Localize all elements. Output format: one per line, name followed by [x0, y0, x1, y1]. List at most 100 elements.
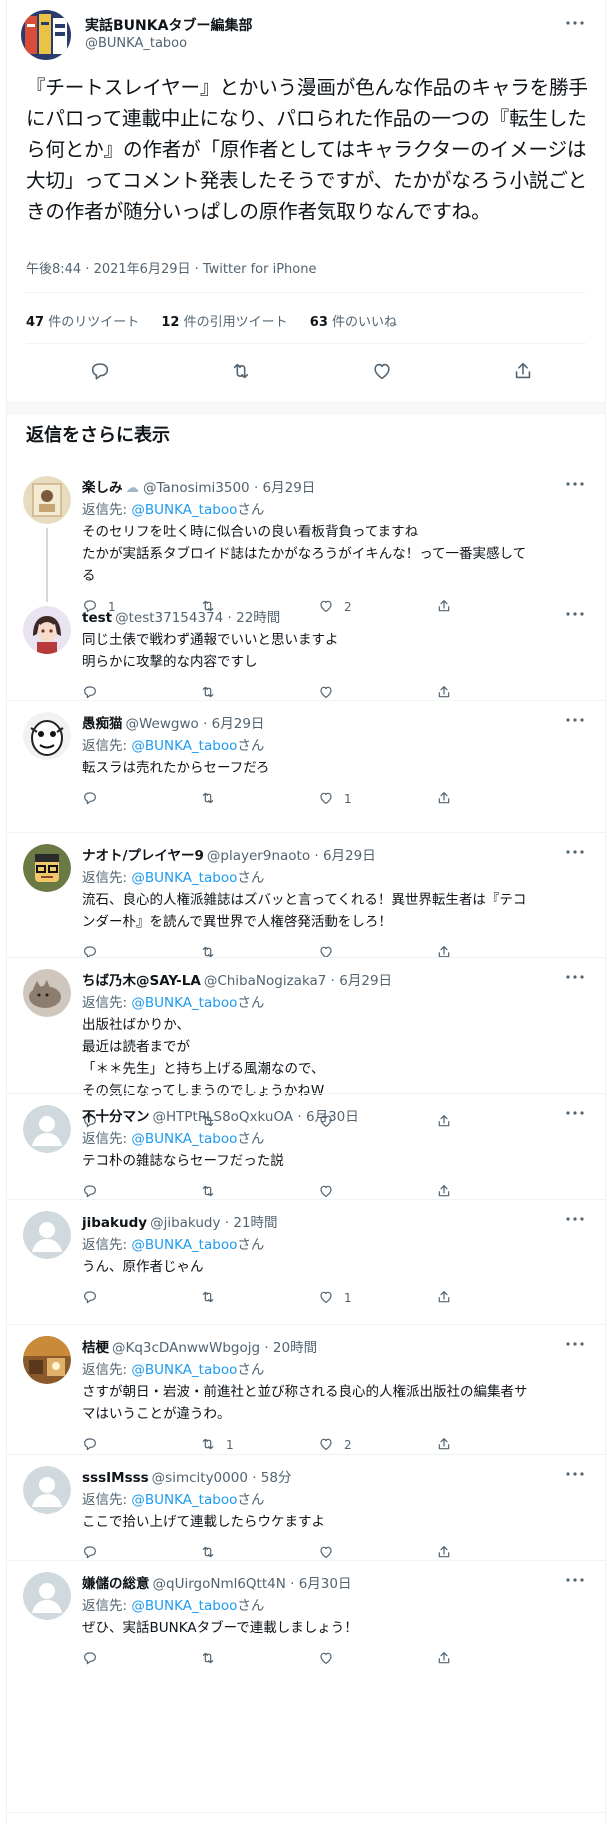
share-button[interactable]	[436, 789, 462, 809]
reply-tweet[interactable]: 愚痴猫 @Wewgwo · 6月29日 返信先: @BUNKA_tabooさん 転スラ…	[7, 712, 605, 844]
retweet-stat[interactable]: 47 件のリツイート	[26, 311, 139, 330]
replying-to-link[interactable]: @BUNKA_taboo	[131, 1492, 237, 1508]
share-button[interactable]	[436, 1288, 462, 1308]
reply-time[interactable]: 20時間	[273, 1340, 317, 1356]
reply-author-handle[interactable]: @ChibaNogizaka7	[204, 973, 327, 989]
main-more-icon[interactable]	[563, 15, 587, 31]
reply-author-name[interactable]: jibakudy	[82, 1215, 147, 1231]
main-avatar[interactable]	[21, 10, 71, 60]
main-author-name[interactable]: 実話BUNKAタブー編集部	[85, 15, 252, 35]
like-icon[interactable]	[369, 358, 395, 384]
reply-author-name[interactable]: ちば乃木@SAY-LA	[82, 973, 201, 989]
reply-more-icon[interactable]	[563, 969, 587, 985]
default-avatar-icon[interactable]	[23, 1211, 71, 1259]
reply-author-name[interactable]: 桔梗	[82, 1340, 109, 1356]
reply-time[interactable]: 6月29日	[323, 848, 376, 864]
glasses-avatar-icon[interactable]	[23, 844, 71, 892]
reply-time[interactable]: 6月29日	[212, 716, 265, 732]
reply-time[interactable]: 22時間	[236, 610, 280, 626]
reply-tweet[interactable]: 嫌儲の総意 @qUirgoNml6Qtt4N · 6月30日 返信先: @BUNKA…	[7, 1572, 605, 1824]
reply-author-name[interactable]: 嫌儲の総意	[82, 1576, 150, 1592]
reply-tweet[interactable]: test @test37154374 · 22時間 同じ土俵で戦わず通報でいいと思い…	[7, 606, 605, 712]
reply-tweet[interactable]: jibakudy @jibakudy · 21時間 返信先: @BUNKA_tabo…	[7, 1211, 605, 1336]
reply-more-icon[interactable]	[563, 1211, 587, 1227]
default-avatar-icon[interactable]	[23, 1466, 71, 1514]
reply-more-icon[interactable]	[563, 712, 587, 728]
reply-tweet[interactable]: ちば乃木@SAY-LA @ChibaNogizaka7 · 6月29日 返信先: @…	[7, 969, 605, 1127]
portrait-avatar-icon[interactable]	[23, 476, 71, 524]
reply-author-handle[interactable]: @Wewgwo	[126, 716, 199, 732]
replying-to-link[interactable]: @BUNKA_taboo	[131, 1237, 237, 1253]
retweet-button[interactable]	[200, 943, 226, 963]
reply-author-name[interactable]: ナオト/プレイヤー9	[82, 848, 204, 864]
retweet-button[interactable]	[200, 1649, 226, 1669]
quote-stat[interactable]: 12 件の引用ツイート	[161, 311, 287, 330]
reply-more-icon[interactable]	[563, 476, 587, 492]
replying-to-link[interactable]: @BUNKA_taboo	[131, 738, 237, 754]
reply-author-handle[interactable]: @Tanosimi3500	[143, 480, 250, 496]
reply-tweet[interactable]: ナオト/プレイヤー9 @player9naoto · 6月29日 返信先: @BUN…	[7, 844, 605, 969]
replying-to-link[interactable]: @BUNKA_taboo	[131, 995, 237, 1011]
reply-button[interactable]	[82, 943, 108, 963]
like-button[interactable]: 2	[318, 1435, 352, 1455]
reply-time[interactable]: 58分	[261, 1470, 292, 1486]
reply-more-icon[interactable]	[563, 1466, 587, 1482]
reply-time[interactable]: 6月30日	[299, 1576, 352, 1592]
like-button[interactable]: 1	[318, 1288, 352, 1308]
retweet-button[interactable]	[200, 1288, 226, 1308]
reply-more-icon[interactable]	[563, 1336, 587, 1352]
reply-tweet[interactable]: sssIMsss @simcity0000 · 58分 返信先: @BUNKA_ta…	[7, 1466, 605, 1572]
reply-button[interactable]	[82, 789, 108, 809]
cat-avatar-icon[interactable]	[23, 969, 71, 1017]
replying-to-link[interactable]: @BUNKA_taboo	[131, 1598, 237, 1614]
reply-author-name[interactable]: test	[82, 610, 112, 626]
main-author-handle[interactable]: @BUNKA_taboo	[85, 36, 187, 51]
reply-tweet[interactable]: 桔梗 @Kq3cDAnwwWbgojg · 20時間 返信先: @BUNKA_tab…	[7, 1336, 605, 1466]
replying-to-link[interactable]: @BUNKA_taboo	[131, 502, 237, 518]
reply-author-handle[interactable]: @Kq3cDAnwwWbgojg	[112, 1340, 260, 1356]
retweet-button[interactable]: 1	[200, 1435, 234, 1455]
reply-more-icon[interactable]	[563, 606, 587, 622]
mono-avatar-icon[interactable]	[23, 712, 71, 760]
replying-to-link[interactable]: @BUNKA_taboo	[131, 1131, 237, 1147]
reply-author-name[interactable]: 楽しみ	[82, 480, 123, 496]
like-button[interactable]	[318, 943, 344, 963]
replying-to-link[interactable]: @BUNKA_taboo	[131, 1362, 237, 1378]
share-button[interactable]	[436, 943, 462, 963]
reply-time[interactable]: 21時間	[233, 1215, 277, 1231]
reply-author-handle[interactable]: @simcity0000	[152, 1470, 248, 1486]
retweet-button[interactable]	[200, 789, 226, 809]
share-icon[interactable]	[510, 358, 536, 384]
reply-more-icon[interactable]	[563, 1572, 587, 1588]
reply-button[interactable]	[82, 1288, 108, 1308]
reply-button[interactable]	[82, 1649, 108, 1669]
reply-author-handle[interactable]: @qUirgoNml6Qtt4N	[153, 1576, 286, 1592]
reply-author-handle[interactable]: @test37154374	[115, 610, 223, 626]
reply-time[interactable]: 6月30日	[306, 1109, 359, 1125]
replying-to-link[interactable]: @BUNKA_taboo	[131, 870, 237, 886]
reply-author-name[interactable]: 愚痴猫	[82, 716, 123, 732]
reply-author-name[interactable]: 不十分マン	[82, 1109, 150, 1125]
default-avatar-icon[interactable]	[23, 1572, 71, 1620]
reply-tweet[interactable]: 楽しみ ☁ @Tanosimi3500 · 6月29日 返信先: @BUNKA_tab…	[7, 476, 605, 614]
reply-author-name[interactable]: sssIMsss	[82, 1470, 149, 1486]
like-stat[interactable]: 63 件のいいね	[310, 311, 397, 330]
anime-avatar-icon[interactable]	[23, 606, 71, 654]
reply-time[interactable]: 6月29日	[339, 973, 392, 989]
like-button[interactable]	[318, 1649, 344, 1669]
main-tweet-meta[interactable]: 午後8:44 · 2021年6月29日 · Twitter for iPhone	[26, 258, 316, 277]
reply-more-icon[interactable]	[563, 1105, 587, 1121]
retweet-icon[interactable]	[228, 358, 254, 384]
reply-author-handle[interactable]: @player9naoto	[207, 848, 310, 864]
share-button[interactable]	[436, 1435, 462, 1455]
like-button[interactable]: 1	[318, 789, 352, 809]
share-button[interactable]	[436, 1649, 462, 1669]
default-avatar-icon[interactable]	[23, 1105, 71, 1153]
reply-author-handle[interactable]: @jibakudy	[150, 1215, 220, 1231]
photo-avatar-icon[interactable]	[23, 1336, 71, 1384]
reply-icon[interactable]	[87, 358, 113, 384]
reply-tweet[interactable]: 不十分マン @HTPtPLS8oQxkuOA · 6月30日 返信先: @BUNKA…	[7, 1105, 605, 1211]
reply-button[interactable]	[82, 1435, 108, 1455]
reply-time[interactable]: 6月29日	[263, 480, 316, 496]
reply-more-icon[interactable]	[563, 844, 587, 860]
